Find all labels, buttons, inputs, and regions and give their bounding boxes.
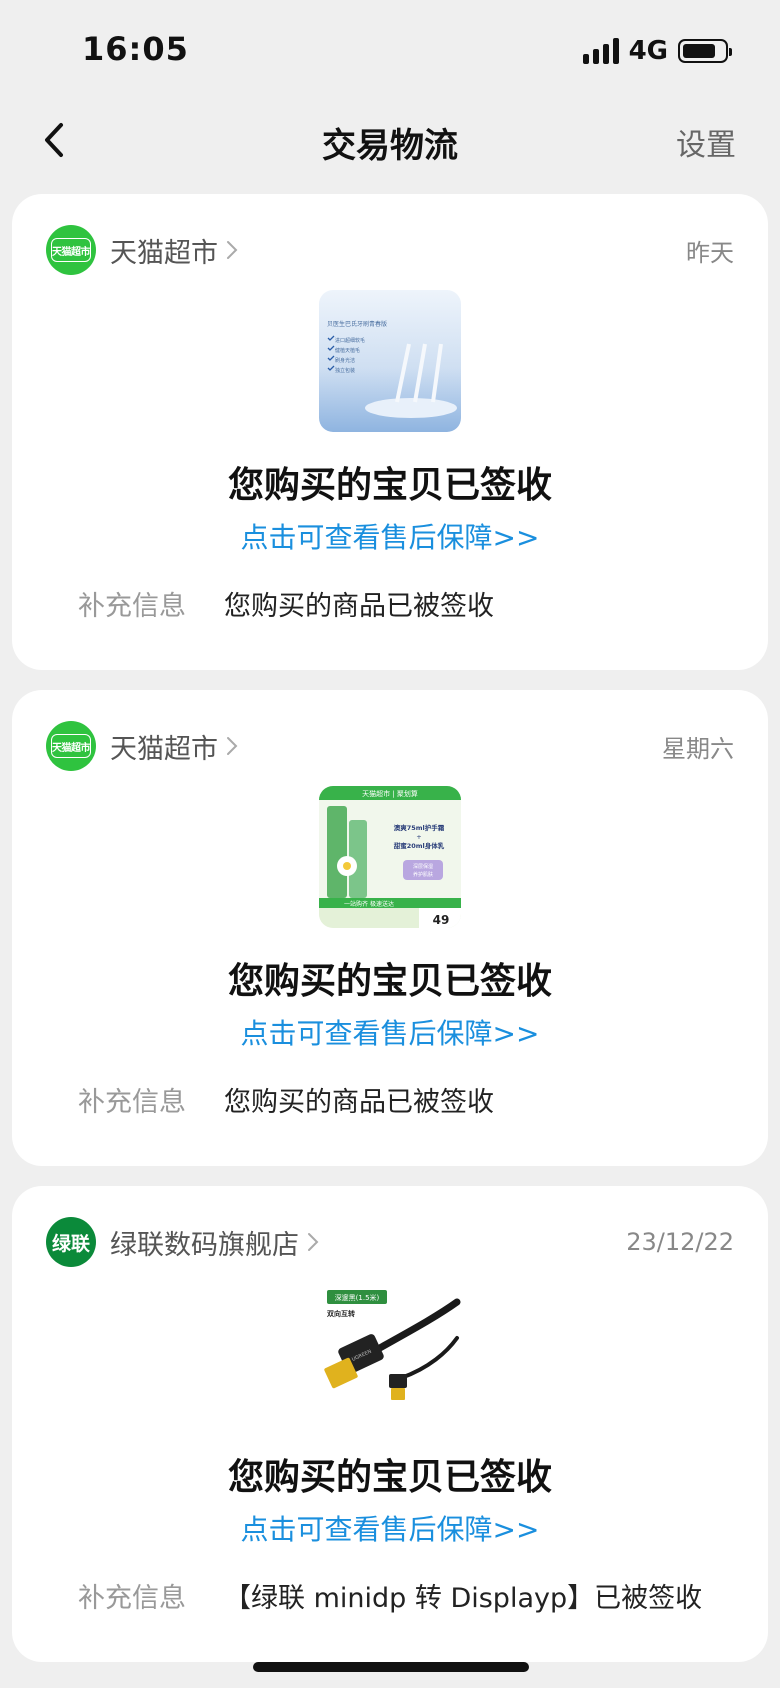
thumb-text: 独立包装 — [335, 367, 355, 374]
shop-logo: 绿联 — [46, 1217, 96, 1267]
status-bar: 16:05 4G — [0, 0, 780, 100]
extra-info-value: 【绿联 minidp 转 Displayp】已被签收 — [224, 1583, 703, 1614]
product-image[interactable]: 深邃黑(1.5米) 双向互转 UGREEN — [319, 1282, 461, 1424]
thumb-text: 健植天植毛 — [335, 347, 360, 354]
page-title: 交易物流 — [322, 126, 458, 166]
nav-bar: 交易物流 设置 — [0, 100, 780, 180]
after-sale-link[interactable]: 点击可查看售后保障>> — [12, 516, 768, 556]
extra-info-label: 补充信息 — [78, 1087, 186, 1118]
card-header: 绿联 绿联数码旗舰店 23/12/22 — [46, 1216, 734, 1268]
extra-info-label: 补充信息 — [78, 591, 186, 622]
settings-button[interactable]: 设置 — [676, 120, 736, 164]
network-type: 4G — [628, 36, 668, 66]
thumb-text: 进口超细软毛 — [335, 337, 365, 344]
delivery-status: 您购买的宝贝已签收 — [227, 1457, 552, 1498]
delivery-status: 您购买的宝贝已签收 — [227, 465, 552, 506]
shop-logo: 天猫超市 — [46, 225, 96, 275]
shop-name[interactable]: 天猫超市 — [110, 231, 218, 270]
chevron-right-icon — [227, 737, 238, 755]
logistics-card[interactable]: 天猫超市 天猫超市 星期六 天猫超市 | 聚划算 澳爽75ml护手霜 + 甜蜜2… — [12, 690, 768, 1166]
thumb-text: 贝医生巴氏牙刷青春版 — [327, 320, 387, 328]
card-date: 星期六 — [662, 734, 734, 763]
thumb-text: 49 — [433, 913, 450, 927]
status-time: 16:05 — [82, 30, 189, 68]
shop-name[interactable]: 天猫超市 — [110, 727, 218, 766]
thumb-text: 双向互转 — [327, 1309, 355, 1318]
thumb-text: 一站购齐 极速送达 — [344, 900, 394, 908]
thumb-text: 养护肌肤 — [413, 871, 433, 878]
status-indicators: 4G — [582, 36, 732, 66]
after-sale-link[interactable]: 点击可查看售后保障>> — [12, 1012, 768, 1052]
extra-info-value: 您购买的商品已被签收 — [224, 1087, 494, 1118]
product-image[interactable]: 天猫超市 | 聚划算 澳爽75ml护手霜 + 甜蜜20ml身体乳 深层保湿 养护… — [319, 786, 461, 928]
thumb-text: 刷身光洁 — [335, 357, 355, 364]
card-header: 天猫超市 天猫超市 昨天 — [46, 224, 734, 276]
extra-info-label: 补充信息 — [78, 1583, 186, 1614]
product-image[interactable]: 贝医生巴氏牙刷青春版 进口超细软毛 健植天植毛 刷身光洁 独立包装 — [319, 290, 461, 432]
thumb-text: 天猫超市 | 聚划算 — [362, 789, 418, 798]
extra-info-value: 您购买的商品已被签收 — [224, 591, 494, 622]
extra-info-row: 补充信息 您购买的商品已被签收 — [78, 584, 494, 623]
shop-logo: 天猫超市 — [46, 721, 96, 771]
signal-bars-icon — [582, 38, 619, 64]
chevron-right-icon — [227, 241, 238, 259]
chevron-right-icon — [308, 1233, 319, 1251]
logistics-card[interactable]: 天猫超市 天猫超市 昨天 贝医生巴氏牙刷青春版 进口超细软毛 健植天植毛 刷身光… — [12, 194, 768, 670]
card-header: 天猫超市 天猫超市 星期六 — [46, 720, 734, 772]
after-sale-link[interactable]: 点击可查看售后保障>> — [12, 1508, 768, 1548]
thumb-text: 澳爽75ml护手霜 — [394, 823, 445, 832]
extra-info-row: 补充信息 您购买的商品已被签收 — [78, 1080, 494, 1119]
card-date: 23/12/22 — [626, 1228, 734, 1256]
extra-info-row: 补充信息 【绿联 minidp 转 Displayp】已被签收 — [78, 1576, 702, 1615]
shop-name[interactable]: 绿联数码旗舰店 — [110, 1223, 299, 1262]
battery-icon — [678, 39, 732, 63]
thumb-text: + — [416, 833, 421, 841]
logistics-card[interactable]: 绿联 绿联数码旗舰店 23/12/22 深邃黑(1.5米) 双向互转 UGREE… — [12, 1186, 768, 1662]
thumb-text: 甜蜜20ml身体乳 — [394, 841, 445, 850]
home-indicator[interactable] — [253, 1662, 529, 1672]
card-date: 昨天 — [686, 238, 734, 267]
thumb-text: 深层保湿 — [413, 863, 433, 870]
logistics-list: 天猫超市 天猫超市 昨天 贝医生巴氏牙刷青春版 进口超细软毛 健植天植毛 刷身光… — [12, 194, 768, 1682]
thumb-text: 深邃黑(1.5米) — [335, 1293, 380, 1302]
delivery-status: 您购买的宝贝已签收 — [227, 961, 552, 1002]
